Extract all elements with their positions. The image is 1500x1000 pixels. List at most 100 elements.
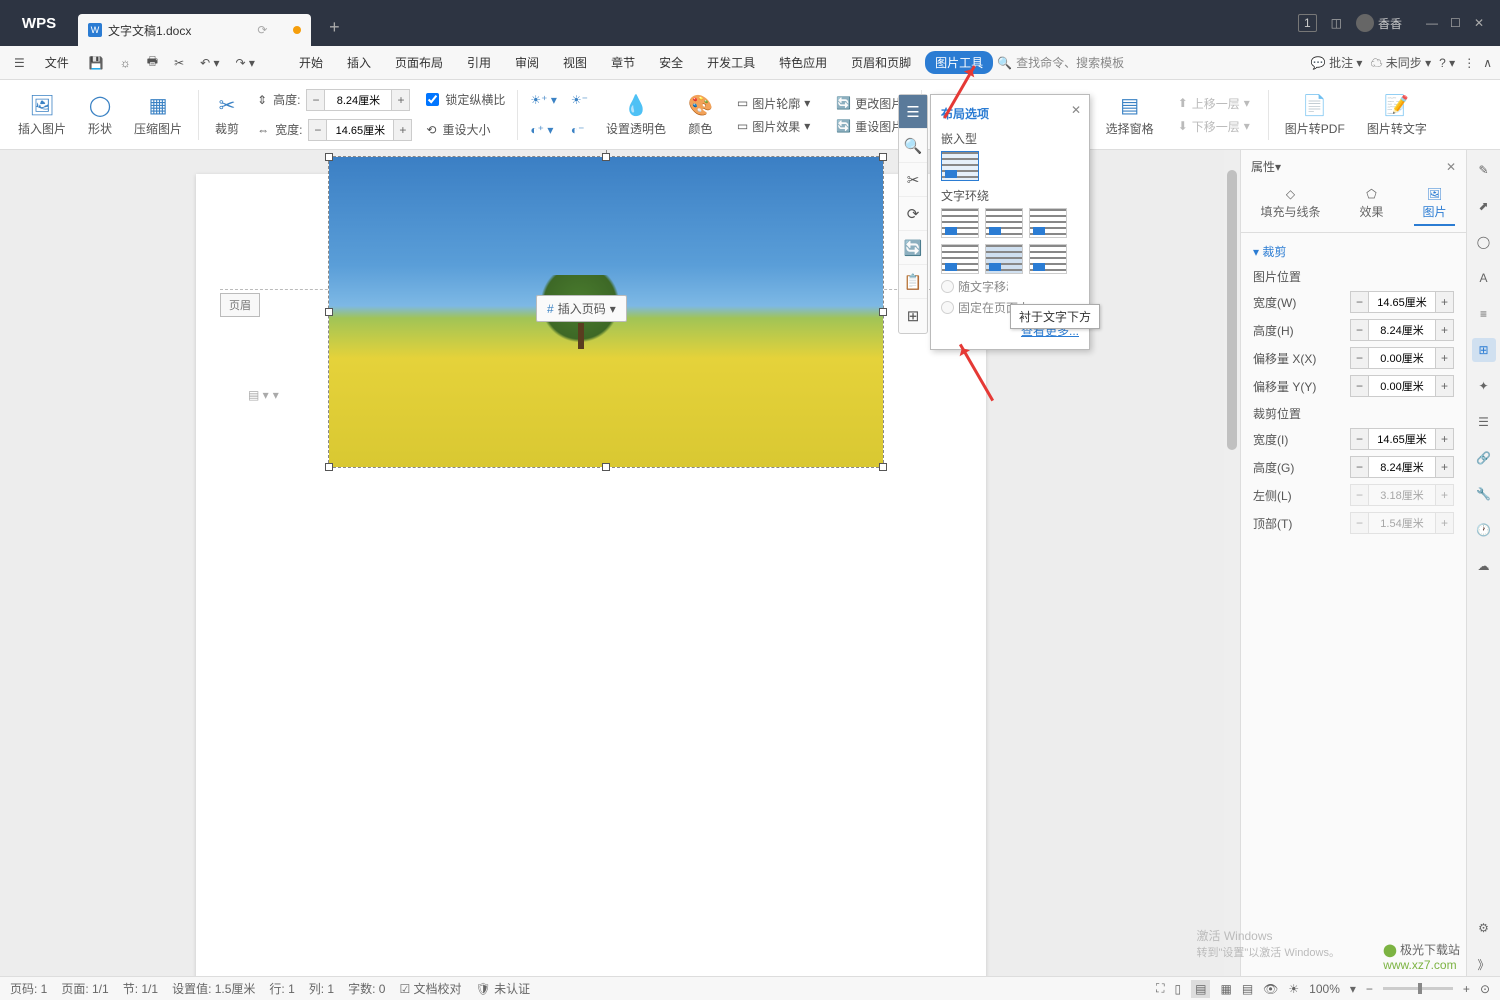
insert-image-button[interactable]: 🖼插入图片: [8, 89, 76, 141]
close-icon[interactable]: ✕: [1474, 16, 1488, 30]
crop-section-toggle[interactable]: ▾ 裁剪: [1253, 243, 1454, 260]
brightness-down-icon[interactable]: ☀⁻: [571, 93, 588, 107]
layout-tight[interactable]: [985, 208, 1023, 238]
tab-effect[interactable]: ⬠效果: [1351, 183, 1391, 226]
scrollbar-thumb[interactable]: [1227, 170, 1237, 450]
menu-insert[interactable]: 插入: [337, 50, 381, 75]
width-w-input[interactable]: −+: [1350, 291, 1454, 313]
sb-zoom-out[interactable]: −: [1366, 982, 1373, 996]
sb-pagecode[interactable]: 页码: 1: [10, 980, 47, 997]
undo-icon[interactable]: ↶ ▾: [194, 52, 225, 74]
vertical-scrollbar[interactable]: [1224, 150, 1240, 976]
top-t-input[interactable]: −+: [1350, 512, 1454, 534]
rb-cloud-icon[interactable]: ☁: [1472, 554, 1496, 578]
rb-settings-icon[interactable]: ⚙: [1472, 916, 1496, 940]
reset-size-button[interactable]: ⟲重设大小: [426, 116, 505, 144]
resize-handle-r[interactable]: [879, 308, 887, 316]
rb-style-icon[interactable]: ≡: [1472, 302, 1496, 326]
resize-handle-tr[interactable]: [879, 153, 887, 161]
sync-status[interactable]: ☁ 未同步 ▾: [1370, 54, 1431, 71]
notification-badge[interactable]: 1: [1298, 14, 1317, 32]
menu-picturetools[interactable]: 图片工具: [925, 51, 993, 74]
layout-square[interactable]: [941, 208, 979, 238]
crop-button[interactable]: ✂裁剪: [205, 89, 249, 141]
offset-x-input[interactable]: −+: [1350, 347, 1454, 369]
float-zoom-button[interactable]: 🔍: [899, 129, 927, 163]
width-input[interactable]: − +: [308, 119, 412, 141]
layout-topbottom[interactable]: [941, 244, 979, 274]
layout-through[interactable]: [1029, 208, 1067, 238]
height-increase[interactable]: +: [391, 90, 409, 110]
rb-link-icon[interactable]: 🔗: [1472, 446, 1496, 470]
print-icon[interactable]: 🖶: [141, 48, 164, 77]
menu-start[interactable]: 开始: [289, 50, 333, 75]
rb-properties-icon[interactable]: ⊞: [1472, 338, 1496, 362]
rb-collapse-icon[interactable]: 》: [1472, 952, 1496, 976]
new-tab-button[interactable]: +: [319, 12, 349, 42]
resize-handle-l[interactable]: [325, 308, 333, 316]
save-icon[interactable]: 💾: [83, 52, 110, 74]
sb-zoom-slider[interactable]: [1383, 987, 1453, 990]
sb-readmode-icon[interactable]: ▯: [1175, 982, 1182, 996]
compress-button[interactable]: ▦压缩图片: [124, 89, 192, 141]
float-crop-button[interactable]: ✂: [899, 163, 927, 197]
resize-handle-tl[interactable]: [325, 153, 333, 161]
tab-fill-line[interactable]: ◇填充与线条: [1252, 183, 1328, 226]
float-rotate-button[interactable]: ⟳: [899, 197, 927, 231]
sb-focus-icon[interactable]: ☀: [1288, 982, 1299, 996]
header-area[interactable]: [220, 289, 962, 290]
maximize-icon[interactable]: ☐: [1450, 16, 1464, 30]
sb-outline-icon[interactable]: ▤: [1242, 982, 1253, 996]
sb-row[interactable]: 行: 1: [269, 980, 294, 997]
height-decrease[interactable]: −: [307, 90, 325, 110]
resize-handle-b[interactable]: [602, 463, 610, 471]
resize-handle-t[interactable]: [602, 153, 610, 161]
document-tab[interactable]: W 文字文稿1.docx ⟳: [78, 14, 311, 46]
cut-icon[interactable]: ✂: [168, 52, 190, 74]
resize-handle-br[interactable]: [879, 463, 887, 471]
to-text-button[interactable]: 📝图片转文字: [1357, 89, 1437, 141]
outline-button[interactable]: ▭图片轮廓 ▾: [731, 93, 816, 114]
resize-handle-bl[interactable]: [325, 463, 333, 471]
sb-pagemode-icon[interactable]: ▤: [1191, 980, 1210, 998]
brightness-icon[interactable]: ☀⁺ ▾: [530, 93, 556, 107]
tab-refresh-icon[interactable]: ⟳: [257, 23, 267, 37]
transparency-button[interactable]: 💧设置透明色: [596, 89, 676, 141]
height-value[interactable]: [325, 90, 391, 110]
popover-close-icon[interactable]: ✕: [1071, 103, 1081, 117]
sb-fit-icon[interactable]: ⊙: [1480, 982, 1490, 996]
rb-ai-icon[interactable]: ✦: [1472, 374, 1496, 398]
redo-icon[interactable]: ↷ ▾: [230, 52, 261, 74]
menu-section[interactable]: 章节: [601, 50, 645, 75]
sb-section[interactable]: 节: 1/1: [123, 980, 158, 997]
tab-image[interactable]: 🖼图片: [1414, 183, 1454, 226]
sb-cert[interactable]: 🛡 未认证: [476, 980, 531, 997]
rb-pen-icon[interactable]: ✎: [1472, 158, 1496, 182]
menu-features[interactable]: 特色应用: [769, 50, 837, 75]
help-icon[interactable]: ? ▾: [1439, 56, 1455, 70]
width-decrease[interactable]: −: [309, 120, 327, 140]
to-pdf-button[interactable]: 📄图片转PDF: [1275, 89, 1355, 141]
rb-select-icon[interactable]: ⬈: [1472, 194, 1496, 218]
gutter-icon-2[interactable]: ▾: [273, 388, 279, 402]
panel-close-icon[interactable]: ✕: [1446, 160, 1456, 174]
lock-ratio-checkbox[interactable]: [426, 93, 439, 106]
contrast-icon[interactable]: ◐⁺ ▾: [530, 123, 553, 137]
height-input[interactable]: − +: [306, 89, 410, 111]
header-tag[interactable]: 页眉: [220, 293, 260, 317]
float-more-button[interactable]: ⊞: [899, 299, 927, 333]
contrast-down-icon[interactable]: ◐⁻: [571, 123, 585, 137]
rb-clock-icon[interactable]: 🕐: [1472, 518, 1496, 542]
height-h-input[interactable]: −+: [1350, 319, 1454, 341]
sb-setval[interactable]: 设置值: 1.5厘米: [172, 980, 255, 997]
skin-icon[interactable]: ◫: [1331, 16, 1342, 30]
collapse-ribbon-icon[interactable]: ∧: [1483, 56, 1492, 70]
menu-review[interactable]: 审阅: [505, 50, 549, 75]
offset-y-input[interactable]: −+: [1350, 375, 1454, 397]
sb-zoom-in[interactable]: +: [1463, 982, 1470, 996]
rb-shape-icon[interactable]: ◯: [1472, 230, 1496, 254]
menu-headerfooter[interactable]: 页眉和页脚: [841, 50, 921, 75]
layout-inline[interactable]: [941, 151, 979, 181]
sb-eye-icon[interactable]: 👁: [1263, 982, 1278, 996]
rb-spanner-icon[interactable]: 🔧: [1472, 482, 1496, 506]
